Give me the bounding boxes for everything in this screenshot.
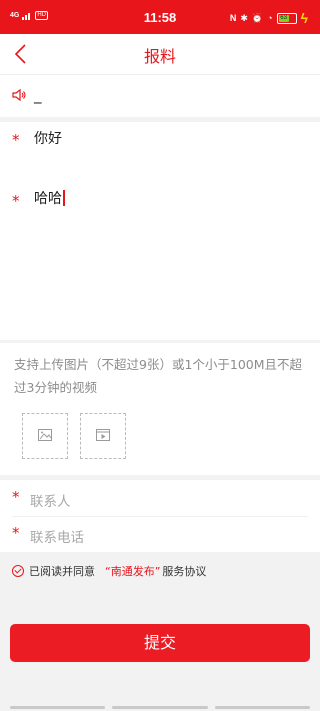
required-mark: * bbox=[12, 131, 20, 149]
alarm-icon: ⏰ bbox=[251, 12, 264, 23]
status-icons: N ✱ ⏰ ◔ 63 ϟ bbox=[230, 10, 308, 26]
agreement-suffix: 服务协议 bbox=[162, 565, 207, 578]
contact-phone-placeholder: 联系电话 bbox=[30, 530, 84, 546]
upload-image-button[interactable] bbox=[22, 413, 68, 459]
upload-hint: 支持上传图片（不超过9张）或1个小于100M且不超过3分钟的视频 bbox=[14, 357, 303, 395]
agree-checkbox[interactable] bbox=[12, 565, 24, 577]
contact-person-field[interactable]: * 联系人 bbox=[0, 480, 320, 517]
contact-person-placeholder: 联系人 bbox=[30, 494, 71, 510]
speaker-icon bbox=[12, 88, 26, 102]
submit-button[interactable]: 提交 bbox=[10, 624, 310, 662]
nfc-icon: N bbox=[229, 13, 237, 23]
video-icon bbox=[96, 429, 110, 441]
charging-icon: ϟ bbox=[300, 10, 308, 26]
title-input-value: _ bbox=[34, 86, 42, 104]
body-text-line: 哈哈 bbox=[34, 188, 65, 208]
required-mark: * bbox=[12, 192, 20, 210]
gesture-bar bbox=[112, 706, 208, 709]
top-nav: 报料 bbox=[0, 34, 320, 75]
title-field[interactable]: _ bbox=[0, 75, 320, 117]
gesture-bar bbox=[10, 706, 105, 709]
dnd-icon: ◔ bbox=[267, 13, 273, 23]
page-title: 报料 bbox=[143, 47, 176, 66]
content-editor[interactable]: * 你好 * 哈哈 bbox=[0, 122, 320, 340]
text-cursor bbox=[63, 190, 65, 206]
status-bar: 4G HD 11:58 N ✱ ⏰ ◔ 63 ϟ bbox=[0, 0, 320, 34]
agreement-prefix: 已阅读并同意 bbox=[29, 565, 95, 578]
upload-section: 支持上传图片（不超过9张）或1个小于100M且不超过3分钟的视频 bbox=[0, 343, 320, 475]
battery-level: 63 bbox=[278, 14, 289, 22]
agreement-row: 已阅读并同意 “南通发布” 服务协议 bbox=[12, 562, 206, 580]
required-mark: * bbox=[12, 488, 20, 506]
battery-icon: 63 bbox=[276, 12, 297, 24]
contact-phone-field[interactable]: * 联系电话 bbox=[0, 516, 320, 552]
required-mark: * bbox=[12, 524, 20, 542]
contact-section: * 联系人 * 联系电话 bbox=[0, 480, 320, 552]
upload-video-button[interactable] bbox=[80, 413, 126, 459]
body-text: 哈哈 bbox=[34, 191, 62, 207]
headline-text: 你好 bbox=[34, 131, 62, 147]
gesture-bar bbox=[215, 706, 310, 709]
bluetooth-icon: ✱ bbox=[240, 12, 248, 23]
image-icon bbox=[38, 429, 52, 441]
service-agreement-link[interactable]: “南通发布” bbox=[105, 563, 160, 579]
